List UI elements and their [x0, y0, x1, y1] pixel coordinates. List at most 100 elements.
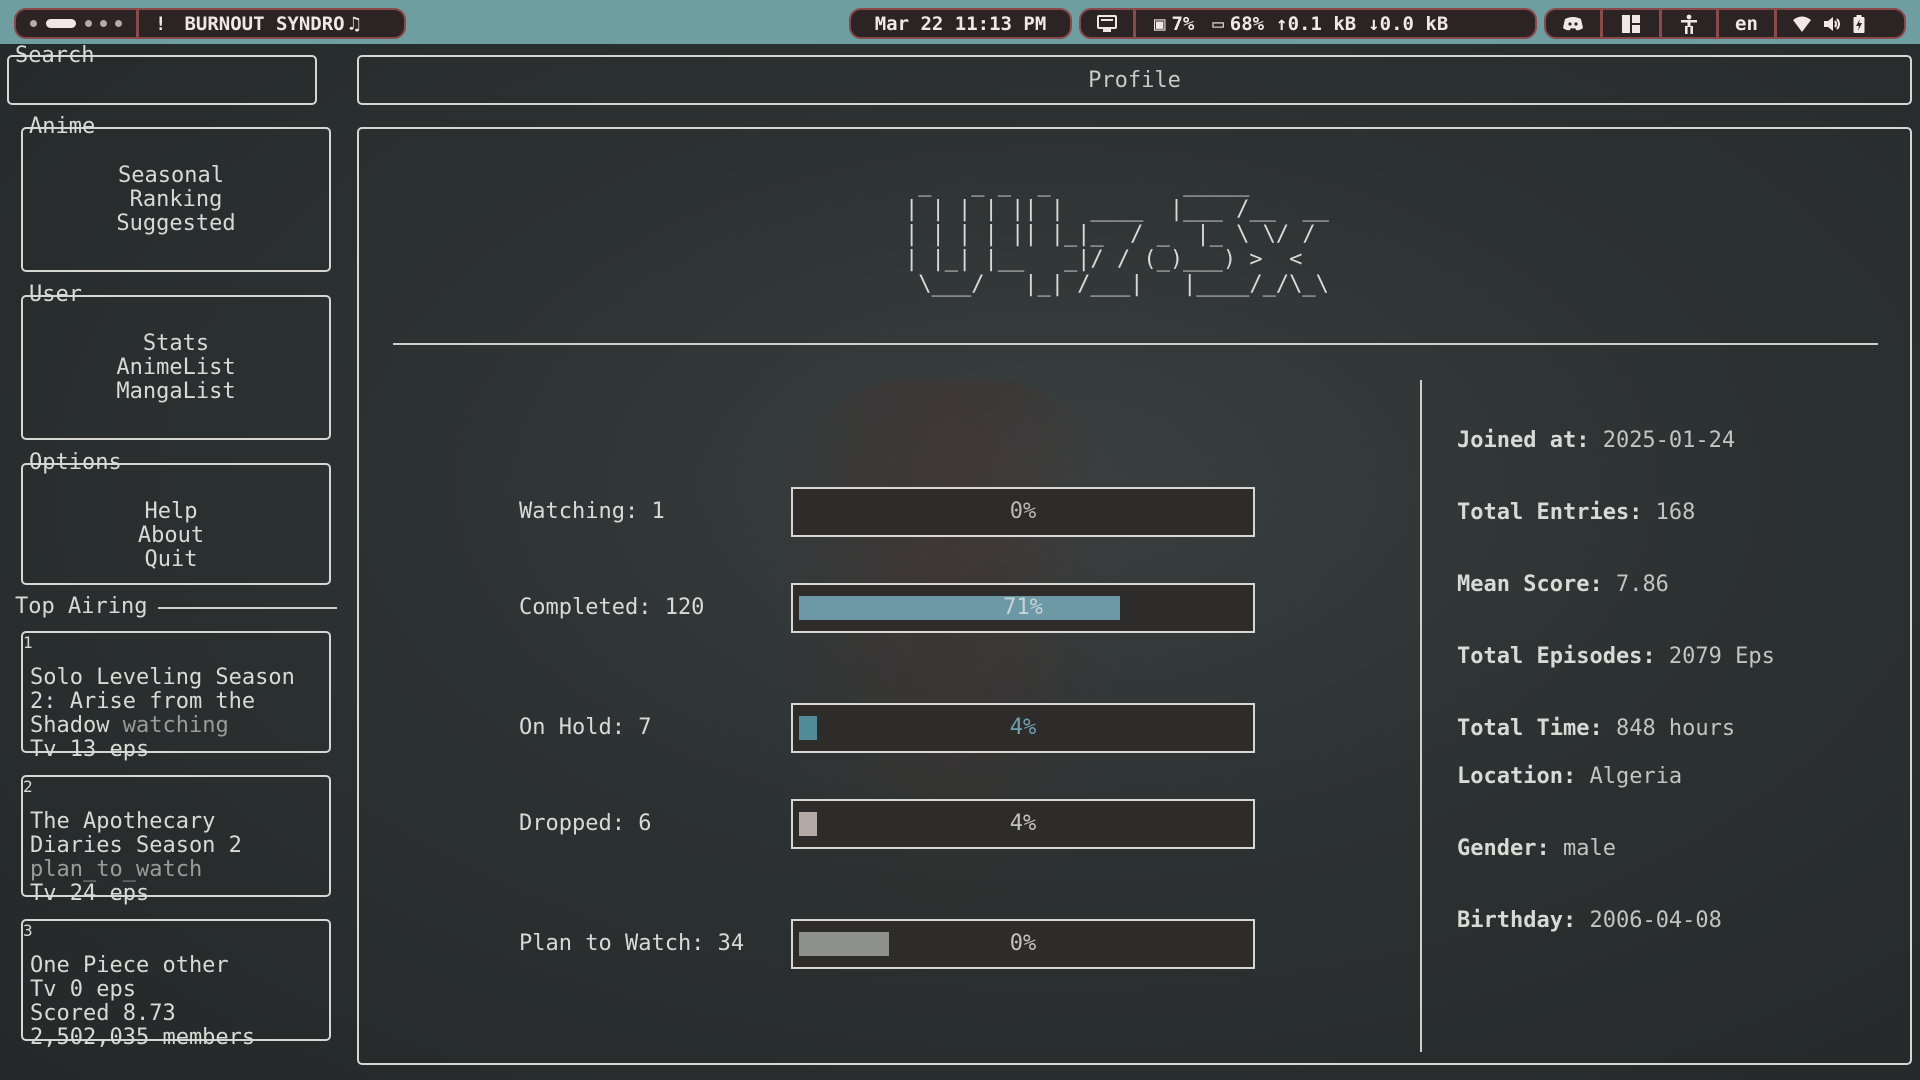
info-row: Birthday: 2006-04-08: [1457, 908, 1722, 934]
status-label: On Hold: 7: [519, 715, 652, 740]
username-ascii-art: _ _ _ _ _____ | | | | || | ____ |___ /__…: [905, 172, 1329, 297]
info-key: Total Entries:: [1457, 500, 1643, 525]
airing-card[interactable]: 1 Solo Leveling Season 2: Arise from the…: [21, 631, 331, 762]
download-icon: ↓: [1368, 12, 1380, 35]
airing-meta: Tv 13 eps: [30, 737, 150, 762]
menu-item-stats[interactable]: Stats: [23, 332, 329, 356]
info-key: Location:: [1457, 764, 1577, 789]
anime-menu: Anime Seasonal Ranking Suggested: [21, 115, 331, 272]
clock-pill[interactable]: Mar 22 11:13 PM: [849, 8, 1072, 39]
progress-bar: 4%: [791, 703, 1255, 753]
info-value: 168: [1642, 500, 1696, 525]
progress-bar: 71%: [791, 583, 1255, 633]
menu-item-animelist[interactable]: AnimeList: [23, 356, 329, 380]
info-row: Total Time: 848 hours: [1457, 716, 1735, 742]
menu-item-quit[interactable]: Quit: [23, 548, 329, 572]
info-key: Mean Score:: [1457, 572, 1603, 597]
cpu-icon: ▣: [1154, 12, 1166, 35]
window-title-pill[interactable]: ! BURNOUT SYNDRO ♫: [14, 8, 406, 39]
monitor-icon: [1097, 14, 1117, 32]
info-key: Total Episodes:: [1457, 644, 1656, 669]
airing-title-line: Diaries Season 2: [30, 833, 242, 858]
airing-title-line: Shadow: [30, 713, 110, 738]
workspace-switcher[interactable]: [16, 10, 136, 37]
layout-icon[interactable]: [1603, 10, 1659, 37]
info-row: Gender: male: [1457, 836, 1616, 862]
info-value: 2025-01-24: [1589, 428, 1736, 453]
info-row: Mean Score: 7.86: [1457, 572, 1669, 598]
info-key: Total Time:: [1457, 716, 1603, 741]
search-box[interactable]: Search: [7, 44, 317, 105]
info-value: male: [1549, 836, 1616, 861]
warning-icon: !: [155, 12, 167, 35]
window-title: BURNOUT SYNDRO: [184, 12, 345, 35]
options-menu-label: Options: [29, 450, 122, 475]
progress-bar: 4%: [791, 799, 1255, 849]
info-value: 2079 Eps: [1655, 644, 1775, 669]
page-title: Profile: [1088, 68, 1181, 93]
airing-score: Scored 8.73: [30, 1001, 176, 1026]
airing-rank: 3: [23, 921, 33, 940]
progress-bar: 0%: [791, 919, 1255, 969]
volume-icon[interactable]: [1823, 16, 1841, 32]
system-tray-pill[interactable]: en: [1544, 8, 1906, 39]
search-label: Search: [15, 43, 95, 68]
memory-icon: ▭: [1212, 12, 1224, 35]
progress-percent: 4%: [1009, 811, 1037, 836]
language-indicator[interactable]: en: [1719, 10, 1774, 37]
battery-icon[interactable]: [1853, 14, 1865, 33]
info-key: Joined at:: [1457, 428, 1590, 453]
menu-item-mangalist[interactable]: MangaList: [23, 380, 329, 404]
menu-item-ranking[interactable]: Ranking: [23, 188, 329, 212]
list-status: plan_to_watch: [30, 857, 203, 882]
discord-icon[interactable]: [1546, 10, 1600, 37]
info-value: 7.86: [1602, 572, 1669, 597]
info-key: Gender:: [1457, 836, 1550, 861]
options-menu: Options Help About Quit: [21, 451, 331, 585]
workspace-indicator[interactable]: [30, 20, 37, 27]
info-value: 848 hours: [1602, 716, 1736, 741]
upload-rate: 0.1 kB: [1287, 12, 1357, 35]
airing-meta: Tv 0 eps: [30, 977, 136, 1002]
menu-item-suggested[interactable]: Suggested: [23, 212, 329, 236]
header-bar: Profile: [357, 55, 1912, 105]
system-stats-pill[interactable]: ▣ 7% ▭ 68% ↑ 0.1 kB ↓ 0.0 kB: [1079, 8, 1537, 39]
airing-members: 2,502,035 members: [30, 1025, 256, 1050]
menu-item-help[interactable]: Help: [23, 500, 329, 524]
cpu-usage: 7%: [1171, 12, 1195, 35]
profile-divider-vertical: [1420, 380, 1422, 1052]
accessibility-icon[interactable]: [1662, 10, 1716, 37]
status-label: Plan to Watch: 34: [519, 931, 745, 956]
airing-card[interactable]: 2 The Apothecary Diaries Season 2 plan_t…: [21, 775, 331, 906]
airing-card[interactable]: 3 One Piece other Tv 0 eps Scored 8.73 2…: [21, 919, 331, 1050]
airing-rank: 2: [23, 777, 33, 796]
airing-title-line: Solo Leveling Season: [30, 665, 295, 690]
search-input[interactable]: [17, 69, 307, 93]
status-label: Watching: 1: [519, 499, 665, 524]
user-menu: User Stats AnimeList MangaList: [21, 283, 331, 440]
info-row: Total Entries: 168: [1457, 500, 1695, 526]
menu-item-about[interactable]: About: [23, 524, 329, 548]
menu-item-seasonal[interactable]: Seasonal: [23, 164, 329, 188]
info-value: 2006-04-08: [1576, 908, 1722, 933]
upload-icon: ↑: [1276, 12, 1288, 35]
airing-meta: Tv 24 eps: [30, 881, 150, 906]
workspace-indicator[interactable]: [100, 20, 107, 27]
top-airing-heading: Top Airing: [15, 594, 148, 619]
profile-divider-horizontal: [393, 343, 1878, 345]
progress-bar: 0%: [791, 487, 1255, 537]
music-note-icon: ♫: [348, 12, 361, 35]
workspace-indicator[interactable]: [85, 20, 92, 27]
info-value: Algeria: [1576, 764, 1683, 789]
workspace-indicator-active[interactable]: [46, 19, 76, 28]
workspace-indicator[interactable]: [115, 20, 122, 27]
download-rate: 0.0 kB: [1379, 12, 1449, 35]
status-label: Completed: 120: [519, 595, 705, 620]
progress-percent: 0%: [1009, 931, 1037, 956]
clock-datetime: Mar 22 11:13 PM: [874, 12, 1047, 35]
airing-rank: 1: [23, 633, 33, 652]
airing-title-line: 2: Arise from the: [30, 689, 256, 714]
info-row: Total Episodes: 2079 Eps: [1457, 644, 1775, 670]
anime-menu-label: Anime: [29, 114, 96, 139]
wifi-icon[interactable]: [1792, 16, 1811, 32]
